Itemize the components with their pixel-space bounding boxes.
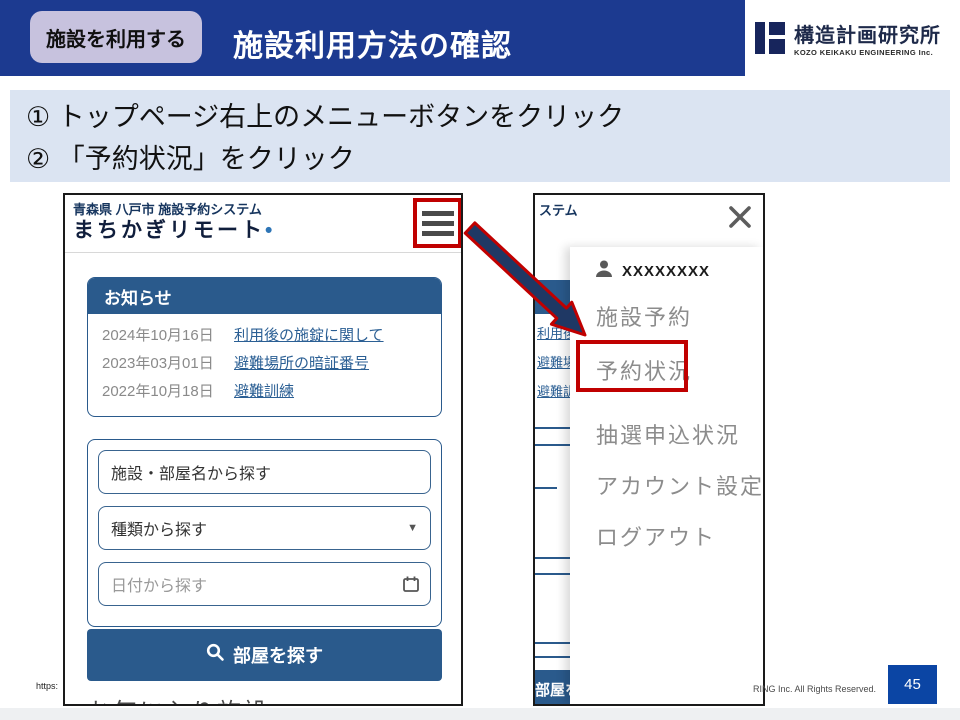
date-input[interactable]: 日付から探す bbox=[98, 562, 431, 606]
background-page-strip: 利用後 避難場 避難訓 部屋を bbox=[535, 195, 570, 704]
instruction-step-2: ② 「予約状況」をクリック bbox=[26, 138, 950, 180]
search-room-button-label: 部屋を探す bbox=[233, 642, 323, 668]
page-title: 施設利用方法の確認 bbox=[233, 21, 512, 65]
notice-link[interactable]: 利用後の施錠に関して bbox=[234, 324, 384, 345]
menu-item-account-settings[interactable]: アカウント設定 bbox=[596, 469, 764, 501]
search-panel: 施設・部屋名から探す 種類から探す ▼ 日付から探す bbox=[87, 439, 442, 627]
copyright-text-partial: RING Inc. All Rights Reserved. bbox=[753, 684, 876, 694]
instruction-box: ① トップページ右上のメニューボタンをクリック ② 「予約状況」をクリック bbox=[10, 90, 950, 182]
screenshot-menu-open: ステム 利用後 避難場 避難訓 部屋を bbox=[533, 193, 765, 706]
menu-item-lottery-status[interactable]: 抽選申込状況 bbox=[596, 418, 740, 450]
background-box-edge bbox=[535, 557, 570, 559]
favorites-heading-partial: お気に入り施設 bbox=[87, 692, 269, 706]
hamburger-menu-icon[interactable] bbox=[422, 211, 454, 236]
category-label: 種類から探す bbox=[111, 516, 207, 540]
instruction-step-1: ① トップページ右上のメニューボタンをクリック bbox=[26, 96, 950, 138]
chevron-down-icon: ▼ bbox=[407, 522, 418, 534]
notice-row: 2024年10月16日 利用後の施錠に関して bbox=[102, 324, 427, 345]
background-link-fragment: 利用後 bbox=[537, 323, 570, 342]
slide: 施設を利用する 施設利用方法の確認 構造計画研究所 KOZO KEIKAKU E… bbox=[0, 0, 960, 720]
background-box-edge bbox=[535, 656, 570, 658]
menu-item-logout[interactable]: ログアウト bbox=[596, 520, 716, 552]
notice-link[interactable]: 避難訓練 bbox=[234, 380, 294, 401]
section-badge-label: 施設を利用する bbox=[46, 23, 186, 52]
search-room-button[interactable]: 部屋を探す bbox=[87, 629, 442, 681]
page-number: 45 bbox=[888, 665, 937, 704]
background-box-edge bbox=[535, 487, 557, 489]
reservation-status-highlight-box bbox=[576, 340, 688, 392]
notice-date: 2023年03月01日 bbox=[102, 352, 234, 373]
header-divider bbox=[65, 252, 461, 253]
background-link-fragment: 避難場 bbox=[537, 352, 570, 371]
menu-item-facility-reservation[interactable]: 施設予約 bbox=[596, 300, 692, 332]
company-subtitle: KOZO KEIKAKU ENGINEERING Inc. bbox=[794, 48, 941, 57]
company-name: 構造計画研究所 bbox=[794, 25, 941, 47]
calendar-icon bbox=[402, 575, 420, 598]
background-link-fragment: 避難訓 bbox=[537, 381, 570, 400]
background-box-edge bbox=[535, 427, 570, 429]
notice-date: 2022年10月18日 bbox=[102, 380, 234, 401]
facility-name-label: 施設・部屋名から探す bbox=[111, 460, 271, 484]
user-name: XXXXXXXX bbox=[622, 263, 710, 280]
slide-out-menu: XXXXXXXX 施設予約 予約状況 抽選申込状況 アカウント設定 ログアウト bbox=[570, 247, 763, 704]
notice-panel-header: お知らせ bbox=[88, 278, 441, 314]
close-icon[interactable] bbox=[726, 203, 754, 231]
background-notice-header-fragment bbox=[535, 280, 570, 314]
notice-row: 2023年03月01日 避難場所の暗証番号 bbox=[102, 352, 427, 373]
user-row: XXXXXXXX bbox=[594, 259, 710, 284]
user-icon bbox=[594, 259, 614, 284]
hamburger-highlight-box bbox=[413, 198, 462, 248]
background-box-edge bbox=[535, 444, 570, 446]
background-box-edge bbox=[535, 573, 570, 575]
background-box-edge bbox=[535, 642, 570, 644]
notice-date: 2024年10月16日 bbox=[102, 324, 234, 345]
date-placeholder: 日付から探す bbox=[111, 572, 207, 596]
notice-row: 2022年10月18日 避難訓練 bbox=[102, 380, 427, 401]
section-badge: 施設を利用する bbox=[30, 11, 202, 63]
background-search-button-fragment: 部屋を bbox=[535, 670, 570, 706]
facility-name-input[interactable]: 施設・部屋名から探す bbox=[98, 450, 431, 494]
slide-bottom-edge bbox=[0, 708, 960, 720]
screenshot-top-page: 青森県 八戸市 施設予約システム まちかぎリモート お知らせ 2024年10月1… bbox=[63, 193, 463, 706]
app-logo: まちかぎリモート bbox=[73, 214, 275, 244]
company-logo: 構造計画研究所 KOZO KEIKAKU ENGINEERING Inc. bbox=[753, 20, 953, 61]
footer-url-partial: https: bbox=[36, 681, 58, 691]
kke-logo-icon bbox=[753, 20, 789, 61]
notice-panel: お知らせ 2024年10月16日 利用後の施錠に関して 2023年03月01日 … bbox=[87, 277, 442, 417]
search-icon bbox=[206, 643, 225, 667]
category-select[interactable]: 種類から探す ▼ bbox=[98, 506, 431, 550]
notice-link[interactable]: 避難場所の暗証番号 bbox=[234, 352, 369, 373]
